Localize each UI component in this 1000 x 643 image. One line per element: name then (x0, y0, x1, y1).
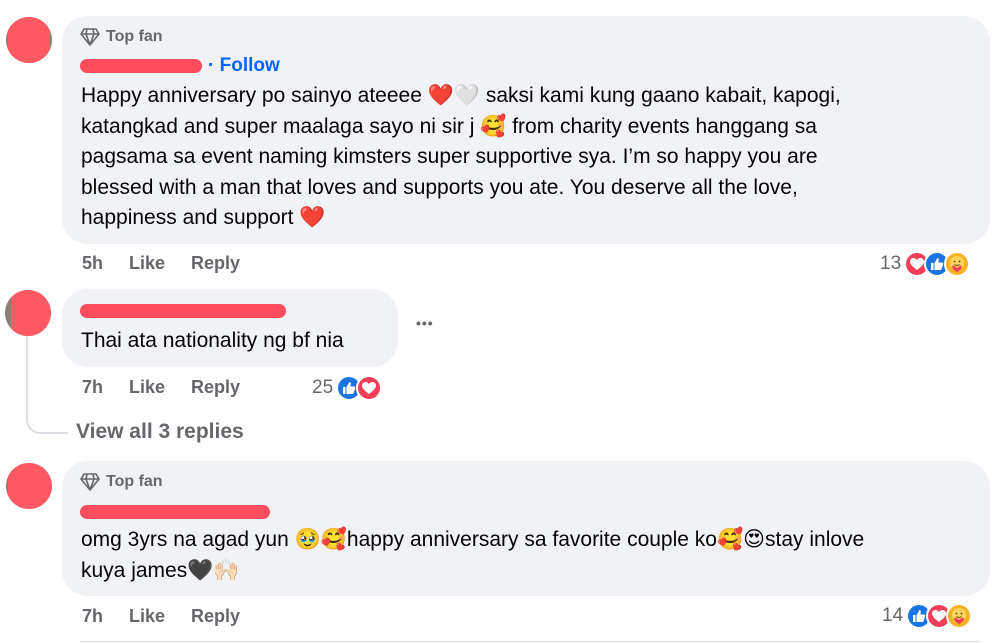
reaction-count: 14 (882, 605, 904, 626)
divider (80, 641, 980, 642)
redacted-author-name[interactable] (80, 505, 270, 519)
reply-button[interactable]: Reply (191, 606, 240, 627)
follow-link[interactable]: · Follow (208, 55, 280, 77)
badge-label: Top fan (106, 473, 163, 490)
avatar-redaction (8, 17, 50, 63)
top-fan-badge: Top fan (80, 28, 163, 46)
reply-time: 7h (82, 377, 104, 397)
comment-actions: 5h Like Reply (82, 253, 266, 274)
top-fan-badge: Top fan (80, 473, 163, 491)
avatar[interactable] (6, 463, 52, 509)
comment-text: Happy anniversary po sainyo ateeee ❤️🤍 s… (81, 84, 841, 229)
reaction-count: 13 (880, 253, 902, 274)
comment-time: 7h (82, 606, 104, 626)
comment-actions: 7h Like Reply (82, 606, 266, 627)
redacted-author-name[interactable] (80, 59, 202, 73)
avatar-redaction (11, 290, 51, 336)
like-button[interactable]: Like (129, 253, 165, 274)
avatar-redaction (8, 463, 52, 509)
avatar[interactable] (6, 17, 52, 63)
reaction-count: 25 (312, 377, 334, 398)
redacted-author-name[interactable] (80, 304, 286, 318)
reaction-summary[interactable]: 14 (882, 603, 973, 629)
like-button[interactable]: Like (129, 606, 165, 627)
more-options-icon[interactable]: ••• (416, 315, 434, 331)
reaction-summary[interactable]: 13 (880, 251, 971, 277)
badge-label: Top fan (106, 28, 163, 45)
care-icon (944, 251, 971, 277)
comment-time: 5h (82, 253, 104, 273)
diamond-icon (80, 473, 100, 491)
comment-text: omg 3yrs na agad yun 🥹🥰happy anniversary… (81, 528, 865, 582)
reply-actions: 7h Like Reply (82, 377, 266, 398)
avatar[interactable] (5, 290, 51, 336)
thread-connector (26, 336, 68, 434)
love-icon (356, 375, 383, 401)
view-all-replies-link[interactable]: View all 3 replies (76, 420, 244, 444)
diamond-icon (80, 28, 100, 46)
reply-button[interactable]: Reply (191, 377, 240, 398)
care-icon (946, 603, 973, 629)
like-button[interactable]: Like (129, 377, 165, 398)
reaction-summary[interactable]: 25 (312, 375, 383, 401)
reply-button[interactable]: Reply (191, 253, 240, 274)
reply-text: Thai ata nationality ng bf nia (81, 329, 344, 352)
